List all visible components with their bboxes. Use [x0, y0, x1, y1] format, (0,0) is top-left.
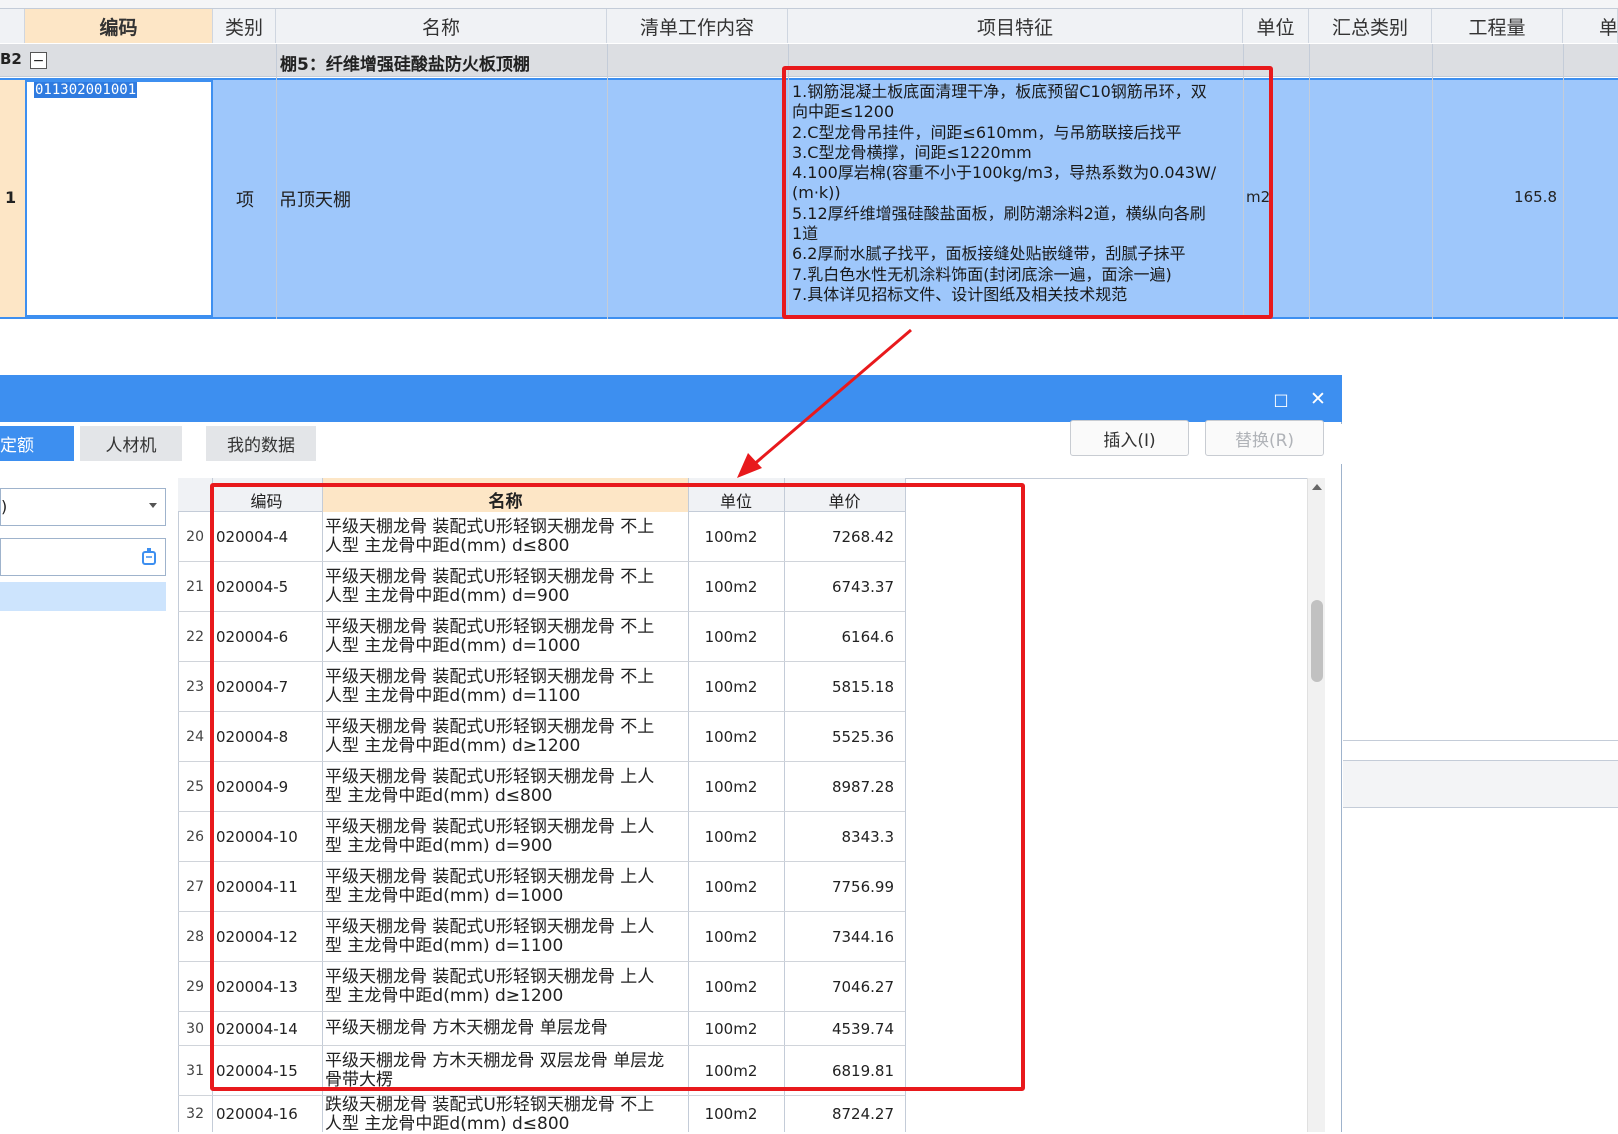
- annotation-arrow: [737, 328, 912, 478]
